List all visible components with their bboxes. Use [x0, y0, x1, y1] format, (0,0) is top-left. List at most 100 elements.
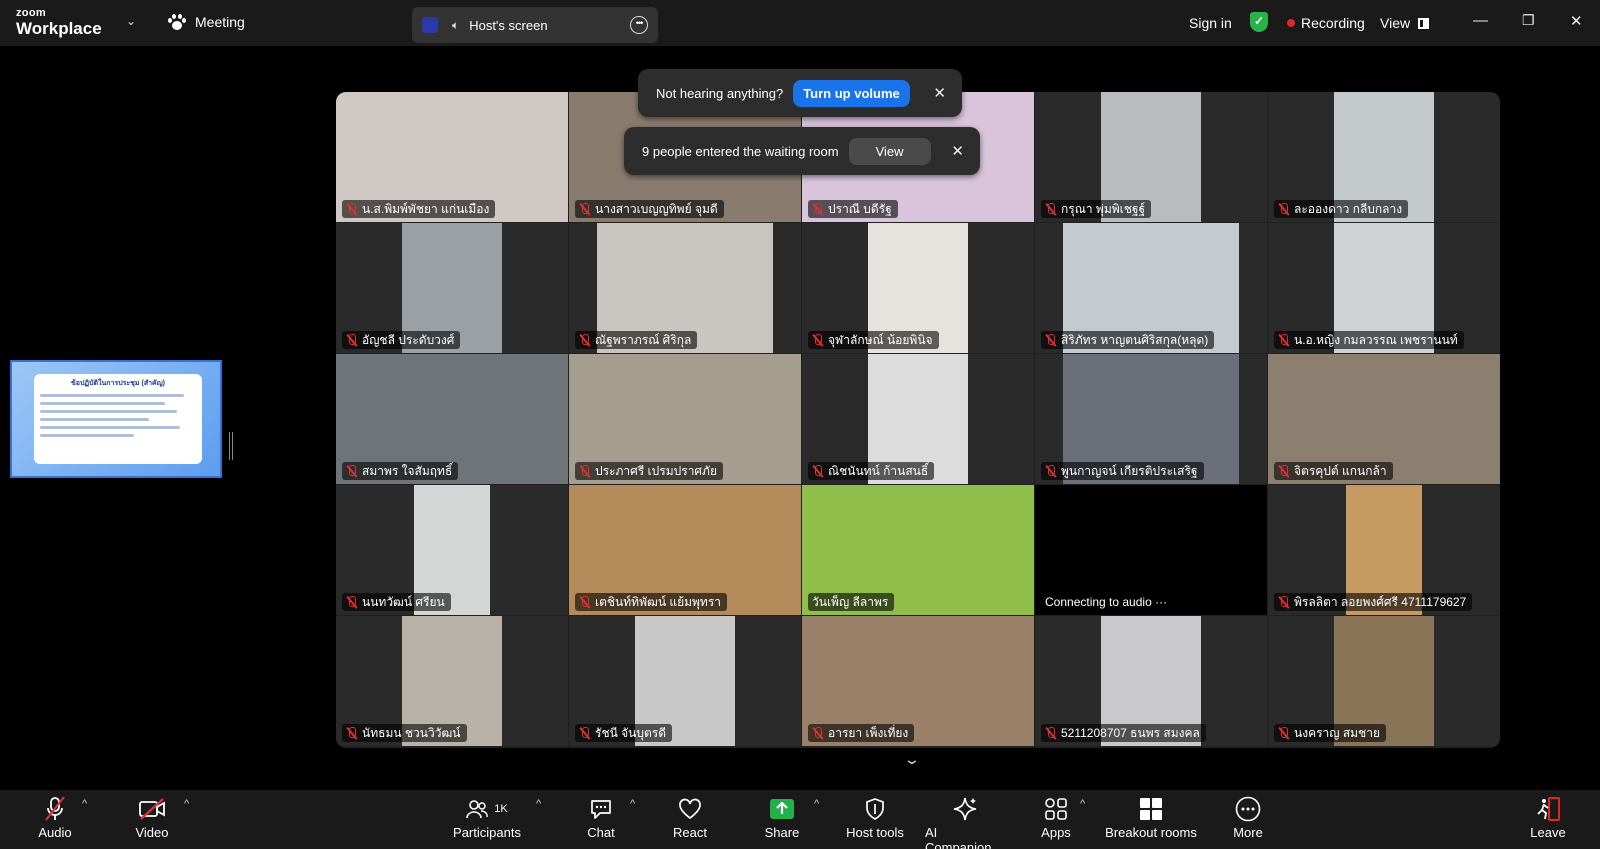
mic-muted-icon	[1045, 464, 1056, 478]
meeting-toolbar: Audio ^ Video ^ 1K Participants ^ Chat ^…	[0, 790, 1600, 849]
participant-name: อัญชลี ประดับวงศ์	[362, 333, 455, 347]
meeting-label: Meeting	[195, 14, 245, 30]
participant-tile[interactable]: ณัฐพราภรณ์ ศิริกุล	[569, 223, 801, 353]
participant-tile[interactable]: 5211208707 ธนพร สมงคล	[1035, 616, 1267, 746]
turn-up-volume-button[interactable]: Turn up volume	[793, 79, 910, 107]
participant-name: ปราณี บดีรัฐ	[828, 202, 892, 216]
audio-button[interactable]: Audio	[36, 794, 74, 840]
participant-name-tag: พูนกาญจน์ เกียรติประเสริฐ	[1041, 462, 1204, 480]
restore-icon[interactable]: ❐	[1522, 12, 1535, 29]
minimize-icon[interactable]: —	[1473, 12, 1488, 29]
close-icon[interactable]: ✕	[1570, 12, 1583, 30]
sign-in-link[interactable]: Sign in	[1189, 15, 1232, 31]
ai-companion-label: AI Companion	[925, 825, 992, 849]
view-button[interactable]: View	[1380, 15, 1430, 31]
participant-tile[interactable]: Connecting to audio ···	[1035, 485, 1267, 615]
share-arrow-icon	[769, 794, 795, 824]
participants-options-caret[interactable]: ^	[536, 798, 541, 810]
participant-name-tag: สมาพร ใจสัมฤทธิ์	[342, 462, 459, 480]
share-options-caret[interactable]: ^	[814, 798, 819, 810]
view-waiting-room-button[interactable]: View	[848, 137, 931, 165]
leave-button[interactable]: Leave	[1530, 794, 1566, 840]
participant-tile[interactable]: พิรลลิตา ลอยพงศ์ศรี 4711179627	[1268, 485, 1500, 615]
participant-name: สิริภัทร หาญตนศิริสกุล(หลุด)	[1061, 333, 1209, 347]
chevron-down-icon[interactable]: ⌄	[126, 14, 136, 28]
shared-screen-thumbnail[interactable]: ข้อปฏิบัติในการประชุม (สำคัญ)	[10, 360, 222, 478]
meeting-button[interactable]: Meeting	[168, 14, 245, 30]
breakout-rooms-button[interactable]: Breakout rooms	[1104, 794, 1198, 840]
participant-tile[interactable]: อัญชลี ประดับวงศ์	[336, 223, 568, 353]
participant-tile[interactable]: นัทธมน ชวนวิวัฒน์	[336, 616, 568, 746]
participant-tile[interactable]: น.ส.พิมพ์พัชยา แก่นเมือง	[336, 92, 568, 222]
participant-tile[interactable]: รัชนี จันบุตรดี	[569, 616, 801, 746]
ai-companion-button[interactable]: AI Companion	[925, 794, 1005, 849]
chat-button[interactable]: Chat	[586, 794, 616, 840]
resize-handle[interactable]	[229, 432, 233, 460]
host-tools-label: Host tools	[846, 825, 904, 840]
mic-muted-icon	[1278, 202, 1289, 216]
apps-button[interactable]: Apps	[1040, 794, 1072, 840]
participant-tile[interactable]: สมาพร ใจสัมฤทธิ์	[336, 354, 568, 484]
participant-name-tag: จิตรคุปต์ แกนกล้า	[1274, 462, 1393, 480]
more-button[interactable]: More	[1230, 794, 1266, 840]
chevron-down-icon[interactable]: ⌄	[903, 751, 921, 768]
share-button[interactable]: Share	[764, 794, 800, 840]
participant-tile[interactable]: จุฬาลักษณ์ น้อยพินิจ	[802, 223, 1034, 353]
host-screen-pill[interactable]: 🔈︎ Host's screen •••	[412, 7, 658, 43]
participant-tile[interactable]: นงคราญ สมชาย	[1268, 616, 1500, 746]
video-button[interactable]: Video	[132, 794, 172, 840]
participant-tile[interactable]: น.อ.หญิง กมลวรรณ เพชรานนท์	[1268, 223, 1500, 353]
react-button[interactable]: React	[673, 794, 707, 840]
participant-name: วันเพ็ญ ลีลาพร	[812, 595, 889, 609]
participant-tile[interactable]: พูนกาญจน์ เกียรติประเสริฐ	[1035, 354, 1267, 484]
paw-icon	[168, 14, 186, 30]
participant-name: Connecting to audio ···	[1045, 595, 1168, 609]
participant-name: ณิชนันทน์ ก้านสนธิ์	[828, 464, 929, 478]
participant-name-tag: น.อ.หญิง กมลวรรณ เพชรานนท์	[1274, 331, 1464, 349]
sparkle-icon	[952, 794, 978, 824]
participant-name: กรุณา พุ่มพิเชฐฐ์	[1061, 202, 1146, 216]
audio-options-caret[interactable]: ^	[82, 798, 87, 810]
shield-check-icon[interactable]: ✓	[1250, 12, 1268, 32]
more-label: More	[1233, 825, 1263, 840]
more-options-icon[interactable]: •••	[630, 16, 648, 34]
participant-name-tag: อัญชลี ประดับวงศ์	[342, 331, 461, 349]
participant-name: สมาพร ใจสัมฤทธิ์	[362, 464, 453, 478]
participant-name-tag: นนทวัฒน์ ศรียน	[342, 593, 451, 611]
react-label: React	[673, 825, 707, 840]
participant-tile[interactable]: ประภาศรี เปรมปราศภัย	[569, 354, 801, 484]
participant-tile[interactable]: ละอองดาว กลีบกลาง	[1268, 92, 1500, 222]
participant-name-tag: ละอองดาว กลีบกลาง	[1274, 200, 1409, 218]
participant-tile[interactable]: วันเพ็ญ ลีลาพร	[802, 485, 1034, 615]
participant-name-tag: ณัฐพราภรณ์ ศิริกุล	[575, 331, 698, 349]
waiting-room-text: 9 people entered the waiting room	[642, 143, 839, 159]
participant-tile[interactable]: ณิชนันทน์ ก้านสนธิ์	[802, 354, 1034, 484]
participant-tile[interactable]: นนทวัฒน์ ศรียน	[336, 485, 568, 615]
recording-label: Recording	[1301, 15, 1365, 31]
mic-muted-icon	[1278, 595, 1289, 609]
more-icon	[1235, 794, 1261, 824]
chat-options-caret[interactable]: ^	[630, 798, 635, 810]
participant-name: ณัฐพราภรณ์ ศิริกุล	[595, 333, 692, 347]
mic-muted-icon	[1045, 202, 1056, 216]
participant-name: 5211208707 ธนพร สมงคล	[1061, 726, 1200, 740]
participant-tile[interactable]: สิริภัทร หาญตนศิริสกุล(หลุด)	[1035, 223, 1267, 353]
camera-off-icon	[138, 794, 166, 824]
recording-indicator[interactable]: Recording	[1287, 15, 1365, 31]
breakout-rooms-icon	[1139, 794, 1163, 824]
host-tools-button[interactable]: Host tools	[842, 794, 908, 840]
participant-name: จุฬาลักษณ์ น้อยพินิจ	[828, 333, 933, 347]
participant-tile[interactable]: จิตรคุปต์ แกนกล้า	[1268, 354, 1500, 484]
participant-tile[interactable]: อารยา เพ็งเที่ยง	[802, 616, 1034, 746]
participant-tile[interactable]: กรุณา พุ่มพิเชฐฐ์	[1035, 92, 1267, 222]
audio-prompt-text: Not hearing anything?	[656, 85, 784, 101]
zoom-workplace-logo[interactable]: zoom Workplace	[16, 8, 102, 38]
mic-muted-icon	[579, 333, 590, 347]
participant-name: นงคราญ สมชาย	[1294, 726, 1380, 740]
close-icon[interactable]: ✕	[933, 84, 946, 102]
close-icon[interactable]: ✕	[951, 142, 964, 160]
participants-button[interactable]: 1K Participants	[450, 794, 524, 840]
participant-tile[interactable]: เตชินท์ทิพัฒน์ แย้มพุทรา	[569, 485, 801, 615]
apps-options-caret[interactable]: ^	[1080, 798, 1085, 810]
video-options-caret[interactable]: ^	[184, 798, 189, 810]
